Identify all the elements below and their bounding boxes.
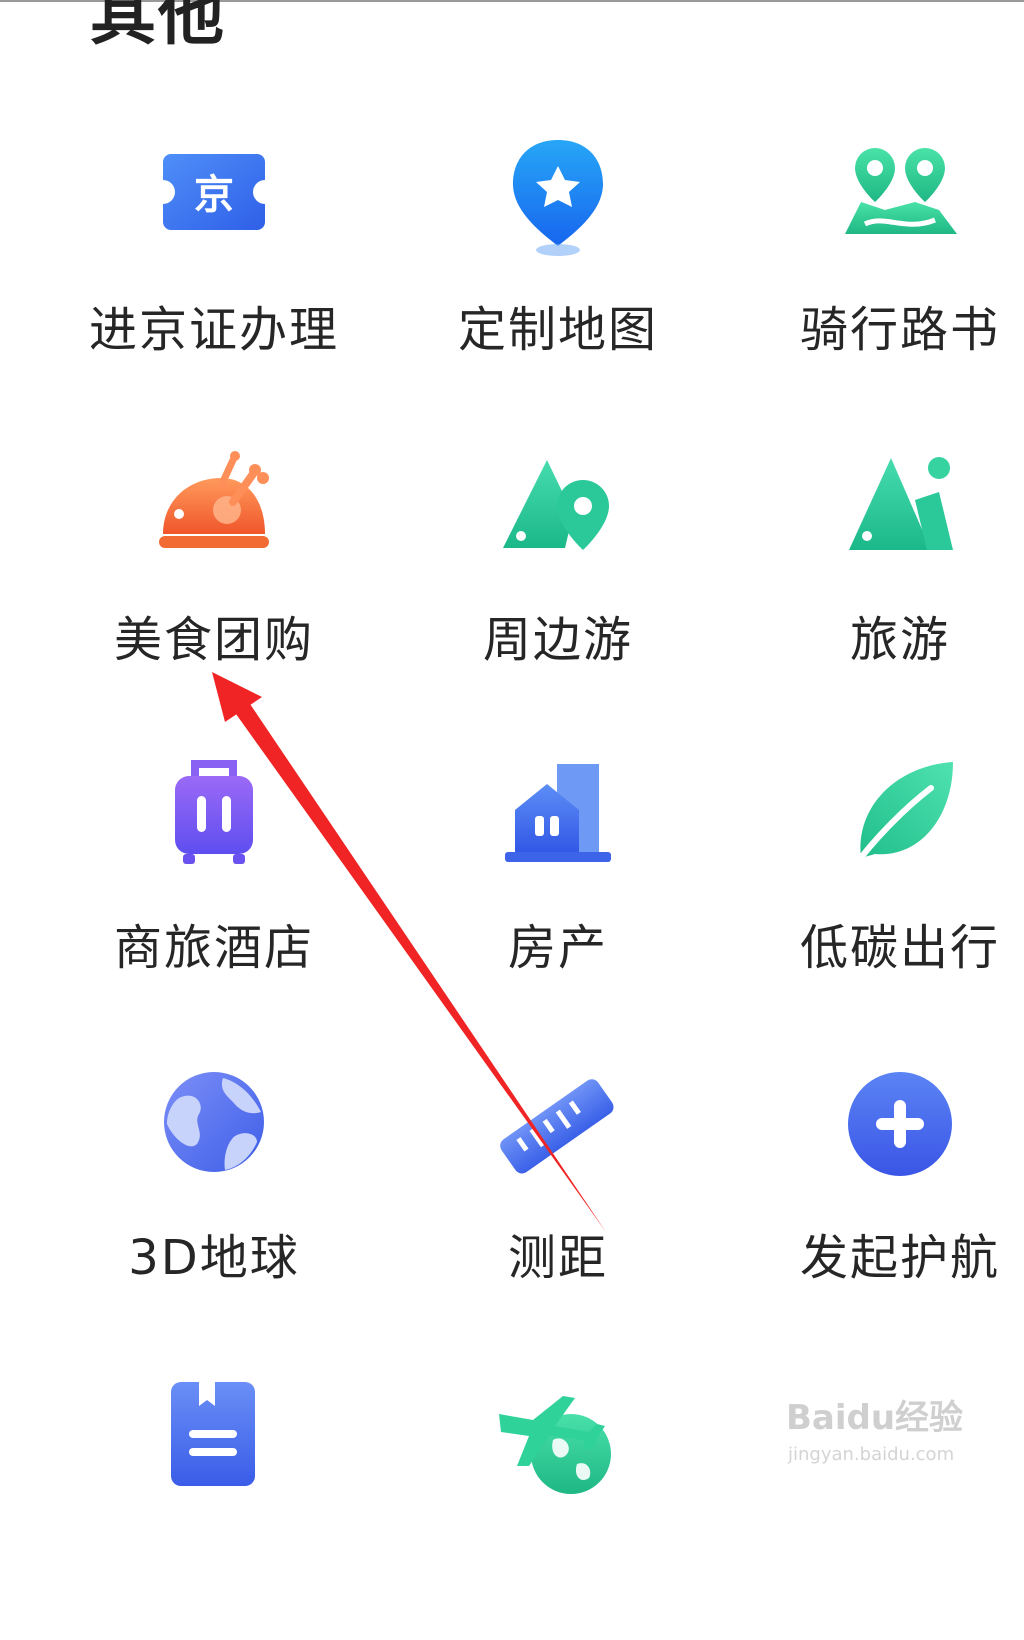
plus-circle-icon <box>835 1068 965 1198</box>
grid-item-bookmark[interactable] <box>74 1380 354 1640</box>
baidu-watermark: Baidu经验 jingyan.baidu.com <box>786 1378 986 1478</box>
grid-item-3d-earth[interactable]: 3D地球 <box>74 1068 354 1328</box>
star-pin-icon <box>493 140 623 270</box>
roast-chicken-icon <box>149 450 279 580</box>
route-map-icon <box>835 140 965 270</box>
watermark-brand: Baidu经验 <box>786 1398 964 1438</box>
grid-item-label: 骑行路书 <box>799 302 1000 358</box>
grid-item-label: 周边游 <box>482 612 633 668</box>
suitcase-icon <box>149 758 279 888</box>
grid-item-label: 美食团购 <box>113 612 314 668</box>
grid-item-real-estate[interactable]: 房产 <box>418 758 698 1018</box>
grid-item-escort[interactable]: 发起护航 <box>760 1068 1024 1328</box>
grid-item-flight[interactable] <box>418 1380 698 1640</box>
grid-item-label: 商旅酒店 <box>113 920 314 976</box>
grid-item-jingzheng[interactable]: 京 进京证办理 <box>74 140 354 400</box>
svg-text:京: 京 <box>194 172 234 218</box>
leaf-icon <box>835 758 965 888</box>
grid-item-label: 发起护航 <box>799 1230 1000 1286</box>
grid-item-label: 定制地图 <box>457 302 658 358</box>
grid-item-label: 进京证办理 <box>88 302 339 358</box>
grid-item-business-hotel[interactable]: 商旅酒店 <box>74 758 354 1018</box>
grid-item-label: 旅游 <box>849 612 950 668</box>
grid-item-custom-map[interactable]: 定制地图 <box>418 140 698 400</box>
grid-item-low-carbon[interactable]: 低碳出行 <box>760 758 1024 1018</box>
section-title: 其他 <box>90 0 226 54</box>
grid-item-label: 房产 <box>507 920 608 976</box>
grid-item-food-deals[interactable]: 美食团购 <box>74 450 354 710</box>
grid-item-label: 3D地球 <box>128 1230 300 1286</box>
mountain-pin-icon <box>493 450 623 580</box>
globe-icon <box>149 1068 279 1198</box>
mountain-person-icon <box>835 450 965 580</box>
grid-item-measure-distance[interactable]: 测距 <box>418 1068 698 1328</box>
bookmark-list-icon <box>149 1380 279 1510</box>
jing-ticket-icon: 京 <box>149 140 279 270</box>
ruler-icon <box>493 1068 623 1198</box>
watermark-url: jingyan.baidu.com <box>788 1444 955 1465</box>
grid-item-label: 测距 <box>507 1230 608 1286</box>
building-icon <box>493 758 623 888</box>
plane-globe-icon <box>493 1380 623 1510</box>
grid-item-travel[interactable]: 旅游 <box>760 450 1024 710</box>
grid-item-cycling-route[interactable]: 骑行路书 <box>760 140 1024 400</box>
grid-item-nearby-tour[interactable]: 周边游 <box>418 450 698 710</box>
grid-item-label: 低碳出行 <box>799 920 1000 976</box>
